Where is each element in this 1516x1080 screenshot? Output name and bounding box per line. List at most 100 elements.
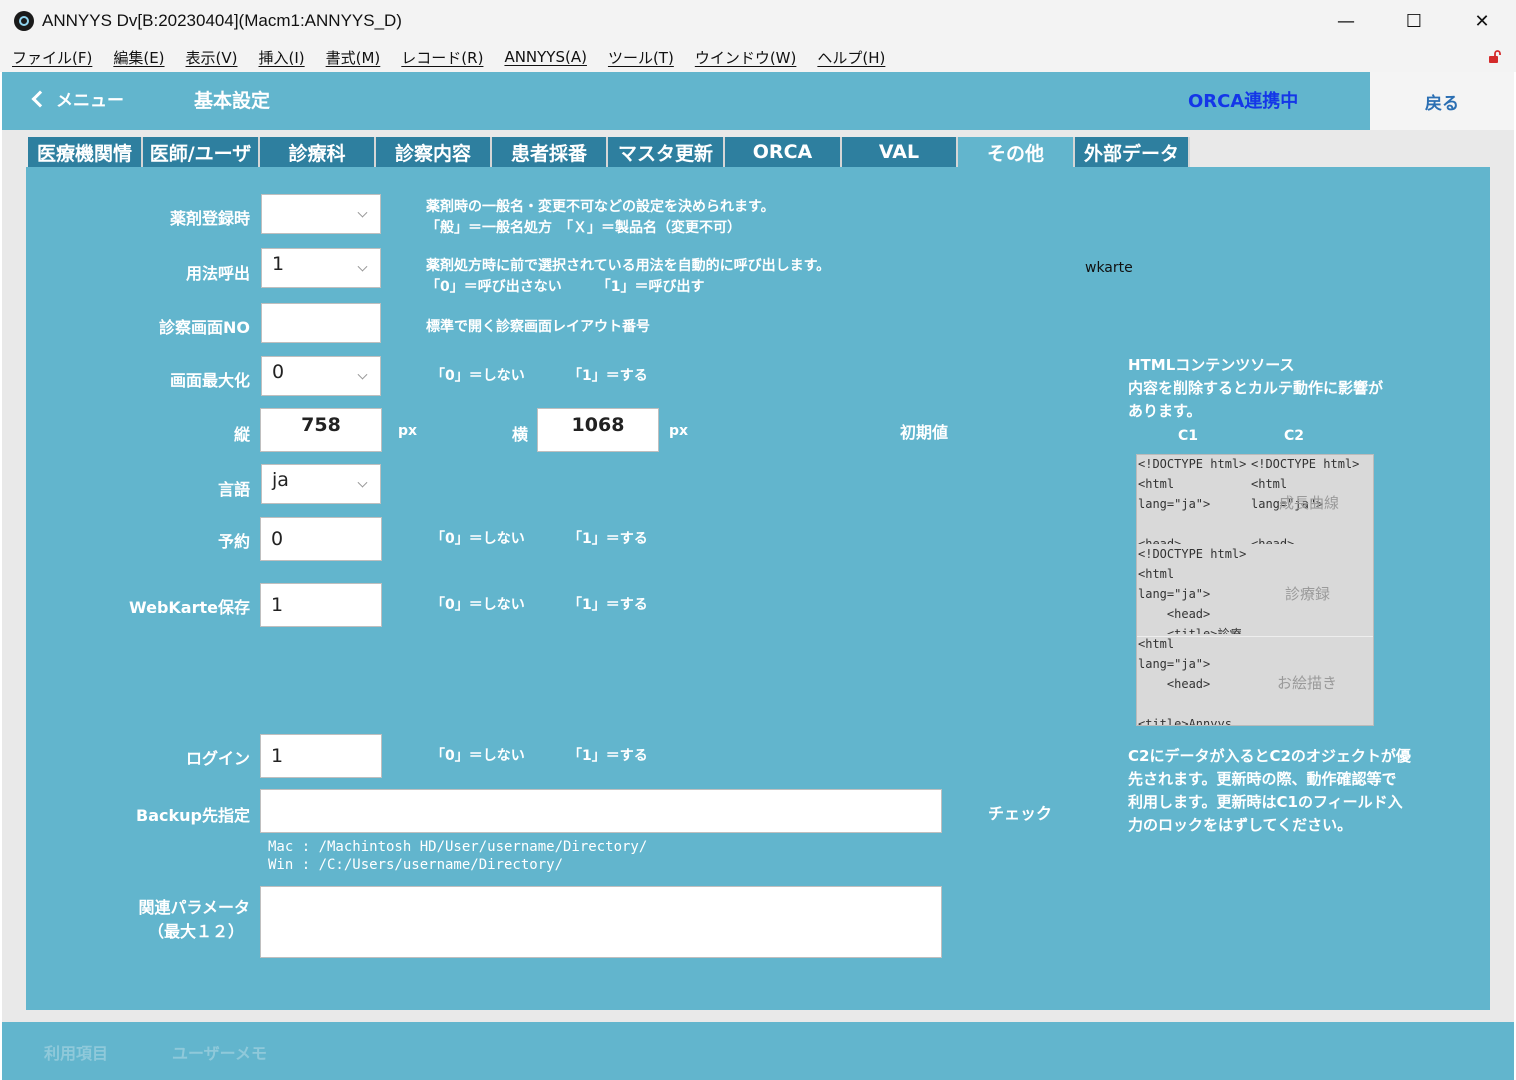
height-input[interactable]: 758 [260,408,382,452]
backup-check-button[interactable]: チェック [988,800,1052,824]
source-c1-drawing[interactable]: <html lang="ja"> <head> <title>Annyys [1138,634,1250,725]
menu-format[interactable]: 書式(M) [326,47,381,68]
menu-window[interactable]: ウインドウ(W) [695,47,797,68]
menu-insert[interactable]: 挿入(I) [259,47,305,68]
height-label: 縦 [233,425,250,444]
backup-path-input[interactable] [260,789,942,833]
tab-clinic-info[interactable]: 医療機関情 [28,137,143,167]
exam-screen-no-note: 標準で開く診察画面レイアウト番号 [426,319,650,335]
width-label: 横 [512,425,529,444]
backup-hint-mac: Mac : /Machintosh HD/User/username/Direc… [268,839,648,855]
drug-reg-select[interactable] [261,194,381,234]
language-select[interactable]: ja [261,464,381,504]
login-label: ログイン [185,749,250,768]
usage-call-note1: 薬剤処方時に前で選択されている用法を自動的に呼び出します。 [426,258,831,274]
tab-master-update[interactable]: マスタ更新 [608,137,725,167]
html-source-title: HTMLコンテンツソース [1128,356,1295,374]
title-bar: ANNYYS Dv[B:20230404](Macm1:ANNYYS_D) — … [0,0,1516,42]
maximize-select[interactable]: 0 [261,356,381,396]
drawing-label: お絵描き [1277,674,1338,692]
menu-view[interactable]: 表示(V) [186,47,238,68]
login-input[interactable]: 1 [260,734,382,778]
default-size-button[interactable]: 初期値 [900,419,948,443]
usage-call-select[interactable]: 1 [261,248,381,288]
maximize-label: 画面最大化 [169,371,250,390]
login-note-0: 「0」＝しない [431,748,525,764]
related-params-input[interactable] [260,886,942,958]
width-unit: px [669,423,689,439]
related-params-label: 関連パラメータ [138,898,250,917]
reservation-input[interactable]: 0 [260,517,382,561]
tab-department[interactable]: 診療科 [260,137,376,167]
minimize-button[interactable]: — [1312,0,1380,42]
footer-user-memo[interactable]: ユーザーメモ [172,1040,267,1064]
growth-curve-label: 成長曲線 [1279,494,1340,512]
exam-screen-no-label: 診察画面NO [159,318,250,337]
chevron-left-icon [31,90,49,107]
column-c1-header: C1 [1178,428,1199,444]
menu-back-label: メニュー [56,91,124,111]
html-source-warning1: 内容を削除するとカルテ動作に影響が [1128,379,1384,397]
reservation-note-0: 「0」＝しない [431,531,525,547]
html-source-grid: <!DOCTYPE html> <html lang="ja"> <head> … [1136,454,1374,726]
column-c2-header: C2 [1284,428,1305,444]
tab-orca[interactable]: ORCA [725,137,842,167]
footnote-line2: 先されます。更新時の際、動作確認等で [1128,770,1397,788]
usage-call-note2: 「0」＝呼び出さない 「1」＝呼び出す [426,279,705,295]
drug-reg-label: 薬剤登録時 [169,209,250,228]
drug-reg-note1: 薬剤時の一般名・変更不可などの設定を決められます。 [426,199,775,215]
footer-bar: 利用項目 ユーザーメモ [2,1022,1514,1080]
height-unit: px [398,423,418,439]
close-button[interactable]: ✕ [1448,0,1516,42]
footer-usage-items[interactable]: 利用項目 [44,1040,108,1064]
reservation-note-1: 「1」＝する [568,531,648,547]
app-icon [14,11,34,31]
menu-record[interactable]: レコード(R) [401,47,483,68]
login-note-1: 「1」＝する [568,748,648,764]
webkarte-save-input[interactable]: 1 [260,583,382,627]
wkarte-label: wkarte [1085,260,1133,276]
maximize-button[interactable]: ☐ [1380,0,1448,42]
tab-val[interactable]: VAL [842,137,958,167]
back-button[interactable]: 戻る [1370,72,1514,130]
reservation-label: 予約 [217,532,250,551]
menu-annyys[interactable]: ANNYYS(A) [504,48,587,66]
footnote-line1: C2にデータが入るとC2のオジェクトが優 [1128,747,1411,765]
exam-screen-no-input[interactable] [261,303,381,343]
menu-back-link[interactable]: メニュー [28,86,124,111]
menu-tools[interactable]: ツール(T) [608,47,674,68]
maximize-note-0: 「0」＝しない [431,368,525,384]
orca-status: ORCA連携中 [1188,91,1299,112]
drug-reg-note2: 「般」＝一般名処方 「Ｘ」＝製品名（変更不可） [426,220,741,236]
menu-bar: ファイル(F) 編集(E) 表示(V) 挿入(I) 書式(M) レコード(R) … [0,42,1516,72]
maximize-note-1: 「1」＝する [568,368,648,384]
menu-edit[interactable]: 編集(E) [113,47,164,68]
width-input[interactable]: 1068 [537,408,659,452]
related-params-max-label: （最大１２） [147,922,244,941]
usage-call-label: 用法呼出 [185,264,250,283]
backup-hint-win: Win : /C:/Users/username/Directory/ [268,857,564,873]
menu-file[interactable]: ファイル(F) [12,47,92,68]
backup-label: Backup先指定 [136,806,250,825]
tab-external-data[interactable]: 外部データ [1075,137,1190,167]
tab-other[interactable]: その他 [958,137,1075,168]
medical-record-label: 診療録 [1285,585,1331,603]
tab-doctor-user[interactable]: 医師/ユーザ [143,137,260,167]
tab-bar: 医療機関情 医師/ユーザ 診療科 診察内容 患者採番 マスタ更新 ORCA VA… [28,137,1190,168]
language-label: 言語 [217,480,250,499]
menu-help[interactable]: ヘルプ(H) [817,47,885,68]
footnote-line3: 利用します。更新時はC1のフィールド入 [1128,793,1403,811]
tab-patient-numbering[interactable]: 患者採番 [492,137,608,167]
source-c1-growth-curve[interactable]: <!DOCTYPE html> <html lang="ja"> <head> [1138,455,1250,544]
html-source-warning2: あります。 [1128,402,1202,420]
source-c1-medical-record[interactable]: <!DOCTYPE html> <html lang="ja"> <head> … [1138,544,1250,634]
webkarte-save-note-0: 「0」＝しない [431,597,525,613]
window-title: ANNYYS Dv[B:20230404](Macm1:ANNYYS_D) [42,11,402,30]
webkarte-save-note-1: 「1」＝する [568,597,648,613]
tab-exam-content[interactable]: 診察内容 [376,137,492,167]
window-controls: — ☐ ✕ [1312,0,1516,42]
header-bar: メニュー 基本設定 ORCA連携中 戻る [2,72,1514,130]
unlock-icon[interactable] [1488,50,1502,64]
page-title: 基本設定 [194,90,271,112]
webkarte-save-label: WebKarte保存 [129,598,250,617]
